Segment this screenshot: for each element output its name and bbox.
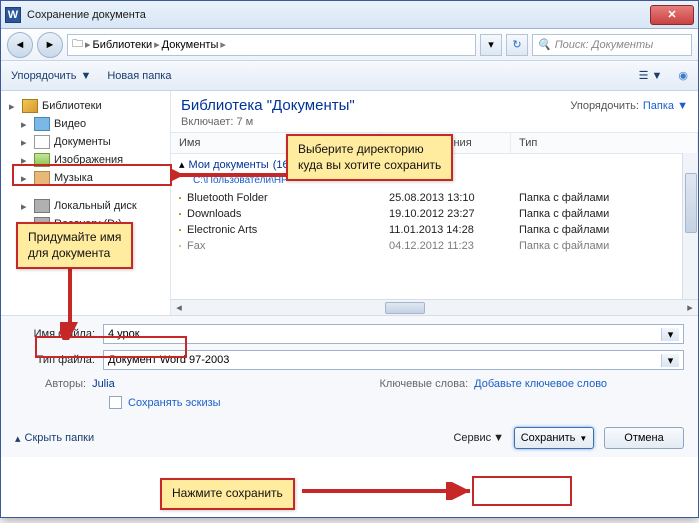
sidebar-item-libraries[interactable]: ▸ Библиотеки — [5, 97, 166, 115]
keywords-label: Ключевые слова: — [380, 378, 469, 390]
authors-label: Авторы: — [45, 378, 86, 390]
help-button[interactable]: ◉ — [678, 69, 688, 82]
save-button[interactable]: Сохранить▼ — [514, 427, 594, 449]
window-title: Сохранение документа — [27, 9, 650, 21]
sidebar-item-video[interactable]: ▸ Видео — [5, 115, 166, 133]
organize-button[interactable]: Упорядочить▼ — [11, 70, 91, 82]
libraries-icon — [22, 99, 38, 113]
authors-value[interactable]: Julia — [92, 378, 115, 390]
file-row[interactable]: Electronic Arts 11.01.2013 14:28 Папка с… — [171, 222, 698, 238]
annotation-callout-save: Нажмите сохранить — [160, 478, 295, 510]
sidebar: ▸ Библиотеки ▸ Видео ▸ Документы ▸ Изобр… — [1, 91, 171, 315]
col-header-type[interactable]: Тип — [511, 133, 698, 153]
sidebar-item-local-disk[interactable]: ▸ Локальный диск — [5, 197, 166, 215]
filetype-label: Тип файла: — [15, 354, 95, 366]
folder-icon — [179, 213, 181, 215]
search-placeholder: Поиск: Документы — [555, 39, 654, 51]
annotation-arrow — [170, 166, 290, 184]
sort-dropdown[interactable]: Папка ▼ — [643, 100, 688, 112]
file-row[interactable]: Bluetooth Folder 25.08.2013 13:10 Папка … — [171, 190, 698, 206]
sort-label: Упорядочить: — [570, 100, 639, 112]
file-list-pane: Библиотека "Документы" Упорядочить: Папк… — [171, 91, 698, 315]
filename-input[interactable]: 4 урок ▾ — [103, 324, 684, 344]
library-title: Библиотека "Документы" — [181, 97, 355, 114]
search-icon: 🔍 — [537, 38, 551, 51]
annotation-arrow — [60, 258, 80, 340]
save-thumbnails-label: Сохранять эскизы — [128, 397, 221, 409]
cancel-button[interactable]: Отмена — [604, 427, 684, 449]
sidebar-item-documents[interactable]: ▸ Документы — [5, 133, 166, 151]
library-includes: Включает: 7 м — [171, 116, 698, 132]
disk-icon — [34, 199, 50, 213]
titlebar: W Сохранение документа ✕ — [1, 1, 698, 29]
chevron-down-icon[interactable]: ▾ — [661, 328, 679, 341]
folder-icon — [179, 229, 181, 231]
crumb-libraries[interactable]: Библиотеки — [93, 39, 153, 51]
breadcrumb[interactable]: 🗀 ▸ Библиотеки ▸ Документы ▸ — [67, 34, 476, 56]
folder-icon — [179, 245, 181, 247]
toolbar: Упорядочить▼ Новая папка ☰ ▼ ◉ — [1, 61, 698, 91]
chevron-down-icon[interactable]: ▾ — [661, 354, 679, 367]
video-icon — [34, 117, 50, 131]
documents-icon — [34, 135, 50, 149]
annotation-arrow — [300, 482, 476, 500]
vertical-scrollbar[interactable] — [682, 153, 698, 299]
images-icon — [34, 153, 50, 167]
annotation-callout-filename: Придумайте имя для документа — [16, 222, 133, 269]
crumb-documents[interactable]: Документы — [162, 39, 219, 51]
file-row[interactable]: Downloads 19.10.2012 23:27 Папка с файла… — [171, 206, 698, 222]
sidebar-item-images[interactable]: ▸ Изображения — [5, 151, 166, 169]
new-folder-button[interactable]: Новая папка — [107, 70, 171, 82]
file-row[interactable]: Fax 04.12.2012 11:23 Папка с файлами — [171, 238, 698, 254]
navbar: ◄ ► 🗀 ▸ Библиотеки ▸ Документы ▸ ▾ ↻ 🔍 П… — [1, 29, 698, 61]
form-area: Имя файла: 4 урок ▾ Тип файла: Документ … — [1, 315, 698, 419]
hide-folders-button[interactable]: ▴ Скрыть папки — [15, 432, 94, 445]
save-thumbnails-checkbox[interactable] — [109, 396, 122, 409]
refresh-button[interactable]: ↻ — [506, 34, 528, 56]
filename-label: Имя файла: — [15, 328, 95, 340]
annotation-callout-directory: Выберите директорию куда вы хотите сохра… — [286, 134, 453, 181]
bottom-bar: ▴ Скрыть папки Сервис▼ Сохранить▼ Отмена — [1, 419, 698, 457]
sidebar-item-music[interactable]: ▸ Музыка — [5, 169, 166, 187]
horizontal-scrollbar[interactable]: ◂▸ — [171, 299, 698, 315]
keywords-input[interactable]: Добавьте ключевое слово — [474, 378, 607, 390]
search-input[interactable]: 🔍 Поиск: Документы — [532, 34, 692, 56]
tools-dropdown[interactable]: Сервис▼ — [453, 432, 504, 444]
chevron-up-icon: ▴ — [15, 432, 21, 445]
nav-forward-button[interactable]: ► — [37, 32, 63, 58]
word-app-icon: W — [5, 7, 21, 23]
breadcrumb-dropdown[interactable]: ▾ — [480, 34, 502, 56]
nav-back-button[interactable]: ◄ — [7, 32, 33, 58]
folder-root-icon: 🗀 — [72, 35, 83, 54]
close-button[interactable]: ✕ — [650, 5, 694, 25]
view-options-button[interactable]: ☰ ▼ — [639, 69, 663, 82]
music-icon — [34, 171, 50, 185]
folder-icon — [179, 197, 181, 199]
filetype-select[interactable]: Документ Word 97-2003 ▾ — [103, 350, 684, 370]
